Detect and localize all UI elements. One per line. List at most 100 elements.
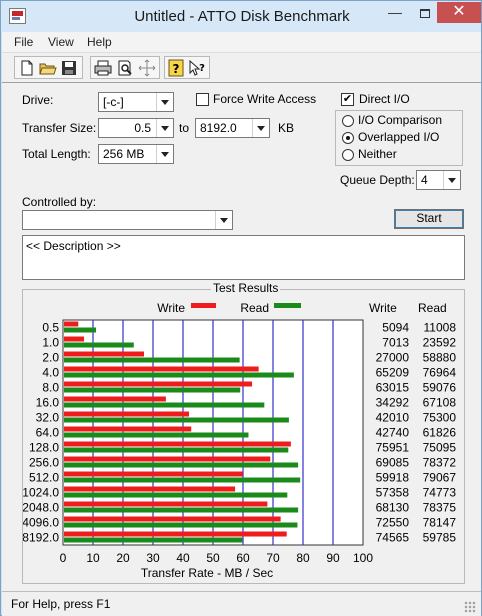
write-value: 27000 [376, 351, 410, 365]
kb-label: KB [278, 121, 295, 135]
read-bar [64, 432, 249, 438]
new-icon[interactable] [18, 59, 38, 77]
category-label: 2048.0 [23, 501, 59, 515]
queue-depth-label: Queue Depth: [340, 173, 415, 187]
category-label: 8.0 [42, 381, 59, 395]
close-button[interactable]: ✕ [437, 2, 481, 23]
write-value: 7013 [382, 336, 409, 350]
write-value: 42010 [376, 411, 410, 425]
print-preview-icon[interactable] [116, 59, 136, 77]
direct-io-checkbox[interactable]: ✔ [341, 93, 354, 106]
open-icon[interactable] [39, 59, 59, 77]
controlled-by-select[interactable] [22, 210, 233, 230]
write-bar [64, 381, 253, 387]
force-write-access-checkbox[interactable] [196, 93, 209, 106]
start-button[interactable]: Start [394, 209, 464, 229]
save-icon[interactable] [60, 59, 80, 77]
app-window: Untitled - ATTO Disk Benchmark — ✕ File … [0, 0, 482, 616]
chevron-down-icon[interactable] [252, 119, 269, 137]
print-icon[interactable] [94, 59, 114, 77]
transfer-size-from-select[interactable]: 0.5 [98, 118, 174, 138]
chevron-down-icon[interactable] [443, 171, 460, 189]
total-length-value: 256 MB [103, 147, 145, 161]
category-label: 0.5 [42, 321, 59, 335]
category-label: 2.0 [42, 351, 59, 365]
queue-depth-select[interactable]: 4 [416, 170, 461, 190]
neither-radio[interactable] [342, 149, 354, 161]
toolbar-help-group: ? ? [164, 56, 210, 79]
write-value: 74565 [376, 531, 410, 545]
write-bar [64, 336, 85, 342]
category-label: 1.0 [42, 336, 59, 350]
title-bar[interactable]: Untitled - ATTO Disk Benchmark — ✕ [1, 1, 481, 32]
test-results-group: Test Results 0 10 20 30 40 50 60 70 80 90 100 Trans… [22, 281, 465, 584]
write-bar [64, 411, 190, 417]
read-bar [64, 342, 134, 348]
drive-label: Drive: [22, 93, 54, 107]
read-bar [64, 387, 241, 393]
io-comparison-radio[interactable] [342, 115, 354, 127]
read-bar [64, 507, 299, 513]
read-value: 75300 [423, 411, 457, 425]
chevron-down-icon[interactable] [156, 119, 173, 137]
help-icon[interactable]: ? [167, 59, 187, 77]
transfer-rate-chart: 0 10 20 30 40 50 60 70 80 90 100 Transfer Rate - MB… [23, 301, 457, 580]
chevron-down-icon[interactable] [215, 211, 232, 229]
write-column-header: Write [369, 301, 397, 315]
write-bar [64, 321, 79, 327]
write-value: 75951 [376, 441, 410, 455]
total-length-select[interactable]: 256 MB [98, 144, 174, 164]
minimize-button[interactable]: — [381, 2, 409, 23]
read-column-header: Read [418, 301, 447, 315]
write-bar [64, 366, 259, 372]
description-text: << Description >> [26, 239, 121, 253]
menu-file[interactable]: File [14, 35, 33, 49]
transfer-size-to-select[interactable]: 8192.0 [195, 118, 270, 138]
resize-grip-icon[interactable] [464, 601, 476, 613]
to-label: to [179, 121, 190, 135]
read-value: 79067 [423, 471, 457, 485]
read-bar [64, 447, 289, 453]
write-value: 42740 [376, 426, 410, 440]
direct-io-label: Direct I/O [359, 92, 410, 106]
write-value: 69085 [376, 456, 410, 470]
read-bar [64, 462, 299, 468]
x-tick-label: 0 [60, 551, 67, 565]
menu-view[interactable]: View [48, 35, 74, 49]
write-bar [64, 351, 144, 357]
total-length-label: Total Length: [22, 147, 91, 161]
chevron-down-icon[interactable] [156, 93, 173, 111]
legend-write-label: Write [157, 301, 185, 315]
read-bar [64, 522, 298, 528]
toolbar: ? ? [2, 53, 481, 83]
legend-read-label: Read [240, 301, 269, 315]
x-tick-label: 20 [116, 551, 130, 565]
drive-select[interactable]: [-c-] [98, 92, 174, 112]
read-bar [64, 537, 243, 543]
queue-depth-value: 4 [421, 173, 428, 187]
description-field[interactable]: << Description >> [22, 235, 465, 280]
overlapped-io-radio[interactable] [342, 132, 354, 144]
x-tick-label: 40 [176, 551, 190, 565]
read-value: 23592 [423, 336, 457, 350]
read-bar [64, 417, 289, 423]
context-help-icon[interactable]: ? [188, 59, 208, 77]
read-value: 11008 [424, 321, 457, 335]
legend-read-swatch [274, 303, 301, 308]
write-bar [64, 471, 243, 477]
x-tick-label: 100 [353, 551, 373, 565]
menu-help[interactable]: Help [87, 35, 112, 49]
toolbar-print-group [90, 56, 160, 79]
write-bar [64, 501, 268, 507]
main-panel: Drive: [-c-] Force Write Access ✔ Direct… [2, 83, 481, 591]
svg-text:?: ? [199, 63, 205, 74]
read-value: 59076 [423, 381, 457, 395]
chevron-down-icon[interactable] [156, 145, 173, 163]
write-bar [64, 486, 236, 492]
write-value: 68130 [376, 501, 410, 515]
write-value: 5094 [382, 321, 409, 335]
move-icon[interactable] [138, 59, 158, 77]
maximize-button[interactable] [411, 2, 439, 23]
category-label: 1024.0 [23, 486, 59, 500]
write-bar [64, 441, 291, 447]
